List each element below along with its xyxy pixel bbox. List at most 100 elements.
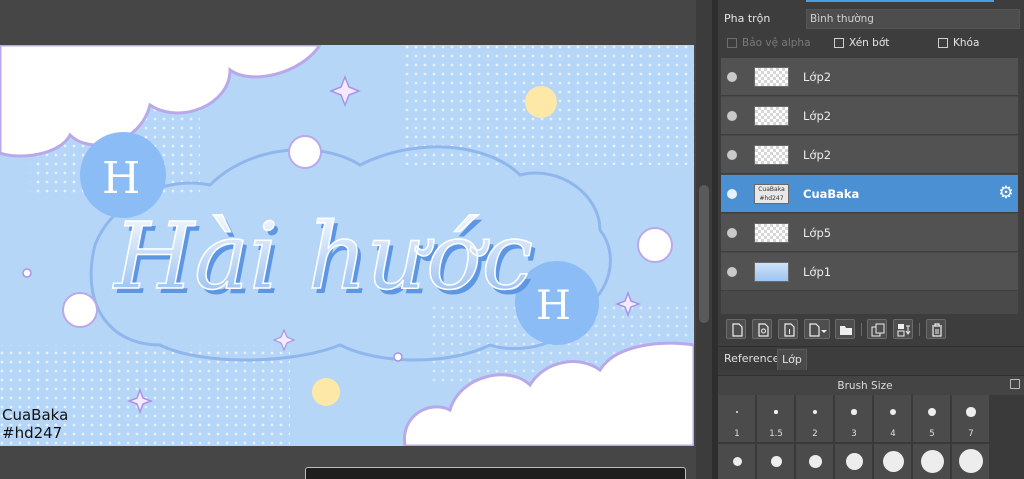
watermark-name: CuaBaka [2, 406, 69, 424]
brush-dot-icon [808, 454, 822, 468]
brush-dot-icon [920, 449, 944, 473]
delete-layer-button[interactable] [926, 319, 946, 339]
scrollbar-thumb[interactable] [699, 185, 709, 323]
checkbox-icon [938, 38, 948, 48]
paint-app-window: H H Hài hước Hài hước CuaBaka #hd247 Pha… [0, 0, 1024, 479]
blend-mode-label: Pha trộn [724, 12, 771, 25]
brush-dot-icon [889, 408, 897, 416]
brush-size-cell[interactable] [718, 444, 756, 479]
layer-thumbnail [754, 262, 789, 282]
brush-size-cell[interactable]: 1.5 [757, 395, 795, 443]
brush-dot-icon [732, 456, 742, 466]
opacity-slider-bar[interactable] [806, 0, 994, 2]
layer-name: Lớp1 [803, 265, 832, 279]
canvas-area[interactable]: H H Hài hước Hài hước CuaBaka #hd247 [0, 0, 696, 479]
visibility-eye-icon[interactable] [727, 150, 737, 160]
layer-name: Lớp2 [803, 109, 832, 123]
layer-options-row: Bảo vệ alpha Xén bớt Khóa [718, 34, 1024, 54]
brush-size-cell[interactable] [913, 444, 951, 479]
folder-icon [840, 326, 852, 335]
layer-row[interactable]: Lớp2 [721, 136, 1021, 174]
brush-size-cell[interactable] [835, 444, 873, 479]
brush-dot-icon [928, 408, 936, 416]
layer-name: CuaBaka [803, 187, 860, 201]
artwork-canvas[interactable]: H H Hài hước Hài hước CuaBaka #hd247 [0, 45, 694, 446]
visibility-eye-icon[interactable] [727, 189, 737, 199]
brush-size-label: 3 [851, 429, 857, 439]
tooltip-popup [305, 467, 686, 479]
tab-layer[interactable]: Lớp [777, 349, 807, 370]
new-layer-button[interactable] [726, 319, 746, 339]
brush-size-grid: 1 1.5 2 3 4 5 7 [718, 395, 1024, 479]
layer-thumbnail [754, 67, 789, 87]
brush-size-cell[interactable]: 4 [874, 395, 912, 443]
brush-size-label: 5 [929, 429, 935, 439]
visibility-eye-icon[interactable] [727, 111, 737, 121]
merge-down-button[interactable] [893, 319, 913, 339]
clipping-checkbox[interactable]: Xén bớt [834, 37, 889, 49]
brush-size-label: 4 [890, 429, 896, 439]
brush-dot-icon [735, 410, 739, 414]
brush-size-label: 2 [812, 429, 818, 439]
popout-icon[interactable] [1010, 379, 1020, 389]
layer-thumbnail: CuaBaka #hd247 [754, 184, 789, 204]
brush-size-cell[interactable] [874, 444, 912, 479]
layer-name: Lớp2 [803, 70, 832, 84]
brush-size-cell[interactable]: 3 [835, 395, 873, 443]
layer-row-selected[interactable]: CuaBaka #hd247 CuaBaka ⚙ [721, 175, 1021, 213]
lock-checkbox[interactable]: Khóa [938, 37, 979, 49]
layer-row[interactable]: Lớp5 [721, 214, 1021, 252]
visibility-eye-icon[interactable] [727, 267, 737, 277]
watermark-tag: #hd247 [2, 424, 63, 442]
layer-list-scrollbar[interactable] [1018, 58, 1021, 314]
merge-down-icon [897, 324, 911, 337]
panel-tabs: Reference Lớp [718, 346, 1024, 370]
new-vector-layer-button[interactable] [752, 319, 772, 339]
protect-alpha-label: Bảo vệ alpha [742, 37, 811, 49]
new-raster-layer-button[interactable] [778, 319, 798, 339]
brush-size-cell[interactable]: 2 [796, 395, 834, 443]
layer-row[interactable]: Lớp2 [721, 58, 1021, 96]
new-vector-layer-icon [758, 323, 769, 337]
toolbar-divider [861, 323, 862, 336]
blend-mode-select[interactable]: Bình thường [806, 9, 1020, 29]
brush-size-label: 7 [968, 429, 974, 439]
brush-dot-icon [845, 452, 863, 470]
brush-dot-icon [770, 455, 782, 467]
visibility-eye-icon[interactable] [727, 72, 737, 82]
gear-icon[interactable]: ⚙ [997, 184, 1015, 202]
new-raster-layer-icon [784, 323, 795, 337]
new-folder-button[interactable] [835, 319, 855, 339]
brush-size-cell[interactable]: 7 [952, 395, 990, 443]
checkbox-icon [834, 38, 844, 48]
brush-size-cell[interactable] [757, 444, 795, 479]
clipping-label: Xén bớt [849, 37, 890, 49]
layer-name: Lớp2 [803, 148, 832, 162]
layer-row[interactable]: Lớp1 [721, 253, 1021, 291]
tab-reference[interactable]: Reference [720, 349, 784, 370]
layer-thumbnail [754, 106, 789, 126]
brush-size-cell[interactable] [796, 444, 834, 479]
artwork-title-text: Hài hước [112, 203, 533, 310]
brush-dot-icon [966, 407, 976, 417]
layer-toolbar [722, 318, 1022, 340]
visibility-eye-icon[interactable] [727, 228, 737, 238]
brush-size-header: Brush Size [718, 375, 1024, 395]
layer-name: Lớp5 [803, 226, 832, 240]
brush-dot-icon [851, 409, 857, 415]
brush-size-cell[interactable]: 1 [718, 395, 756, 443]
layer-thumbnail [754, 145, 789, 165]
brush-size-cell[interactable] [952, 444, 990, 479]
duplicate-layer-button[interactable] [867, 319, 887, 339]
canvas-vertical-scrollbar[interactable] [696, 0, 712, 479]
brush-dot-icon [882, 450, 904, 472]
brush-dot-icon [813, 410, 817, 414]
svg-text:H: H [102, 153, 140, 204]
protect-alpha-checkbox[interactable]: Bảo vệ alpha [727, 37, 811, 49]
brush-size-label: 1 [734, 429, 740, 439]
duplicate-icon [871, 323, 885, 337]
add-layer-menu-button[interactable] [804, 319, 830, 339]
layer-row[interactable]: Lớp2 [721, 97, 1021, 135]
trash-icon [932, 323, 942, 337]
brush-size-cell[interactable]: 5 [913, 395, 951, 443]
